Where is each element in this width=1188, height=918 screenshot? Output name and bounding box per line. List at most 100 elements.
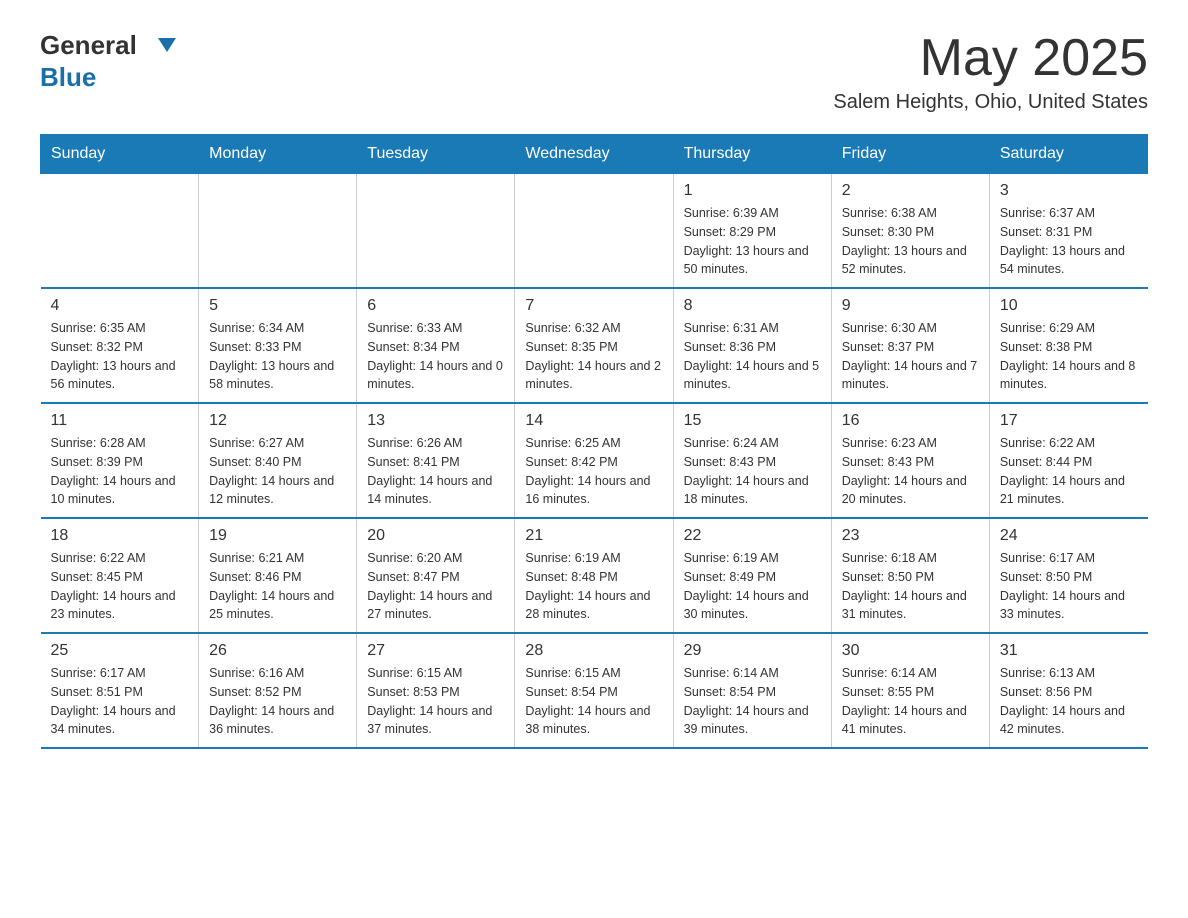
day-info: Sunrise: 6:18 AMSunset: 8:50 PMDaylight:… <box>842 549 979 624</box>
day-info: Sunrise: 6:14 AMSunset: 8:54 PMDaylight:… <box>684 664 821 739</box>
week-row-5: 25 Sunrise: 6:17 AMSunset: 8:51 PMDayligh… <box>41 633 1148 748</box>
day-number: 22 <box>684 527 821 545</box>
day-info: Sunrise: 6:32 AMSunset: 8:35 PMDaylight:… <box>525 319 662 394</box>
day-number: 12 <box>209 412 346 430</box>
day-number: 10 <box>1000 297 1138 315</box>
day-info: Sunrise: 6:17 AMSunset: 8:51 PMDaylight:… <box>51 664 189 739</box>
day-info: Sunrise: 6:30 AMSunset: 8:37 PMDaylight:… <box>842 319 979 394</box>
calendar-cell: 24 Sunrise: 6:17 AMSunset: 8:50 PMDayligh… <box>989 518 1147 633</box>
calendar-cell <box>199 174 357 289</box>
calendar-cell: 14 Sunrise: 6:25 AMSunset: 8:42 PMDayligh… <box>515 403 673 518</box>
day-info: Sunrise: 6:38 AMSunset: 8:30 PMDaylight:… <box>842 204 979 279</box>
calendar-cell: 10 Sunrise: 6:29 AMSunset: 8:38 PMDayligh… <box>989 288 1147 403</box>
day-info: Sunrise: 6:15 AMSunset: 8:54 PMDaylight:… <box>525 664 662 739</box>
day-info: Sunrise: 6:19 AMSunset: 8:49 PMDaylight:… <box>684 549 821 624</box>
weekday-header-tuesday: Tuesday <box>357 135 515 174</box>
calendar-cell: 2Sunrise: 6:38 AMSunset: 8:30 PMDaylight… <box>831 174 989 289</box>
week-row-4: 18 Sunrise: 6:22 AMSunset: 8:45 PMDayligh… <box>41 518 1148 633</box>
day-info: Sunrise: 6:34 AMSunset: 8:33 PMDaylight:… <box>209 319 346 394</box>
day-info: Sunrise: 6:13 AMSunset: 8:56 PMDaylight:… <box>1000 664 1138 739</box>
calendar-cell <box>357 174 515 289</box>
week-row-1: 1 Sunrise: 6:39 AMSunset: 8:29 PMDaylight… <box>41 174 1148 289</box>
day-info: Sunrise: 6:21 AMSunset: 8:46 PMDaylight:… <box>209 549 346 624</box>
calendar-cell: 23Sunrise: 6:18 AMSunset: 8:50 PMDayligh… <box>831 518 989 633</box>
calendar-cell: 13 Sunrise: 6:26 AMSunset: 8:41 PMDayligh… <box>357 403 515 518</box>
day-info: Sunrise: 6:22 AMSunset: 8:45 PMDaylight:… <box>51 549 189 624</box>
calendar-header: SundayMondayTuesdayWednesdayThursdayFrid… <box>41 135 1148 174</box>
location-title: Salem Heights, Ohio, United States <box>833 91 1148 114</box>
calendar-cell: 27 Sunrise: 6:15 AMSunset: 8:53 PMDayligh… <box>357 633 515 748</box>
calendar-cell: 21 Sunrise: 6:19 AMSunset: 8:48 PMDayligh… <box>515 518 673 633</box>
day-number: 15 <box>684 412 821 430</box>
calendar-cell: 5 Sunrise: 6:34 AMSunset: 8:33 PMDaylight… <box>199 288 357 403</box>
calendar-cell: 9 Sunrise: 6:30 AMSunset: 8:37 PMDaylight… <box>831 288 989 403</box>
day-info: Sunrise: 6:25 AMSunset: 8:42 PMDaylight:… <box>525 434 662 509</box>
calendar-cell: 12 Sunrise: 6:27 AMSunset: 8:40 PMDayligh… <box>199 403 357 518</box>
day-number: 5 <box>209 297 346 315</box>
calendar-cell: 20 Sunrise: 6:20 AMSunset: 8:47 PMDayligh… <box>357 518 515 633</box>
calendar-cell: 26 Sunrise: 6:16 AMSunset: 8:52 PMDayligh… <box>199 633 357 748</box>
day-number: 9 <box>842 297 979 315</box>
day-info: Sunrise: 6:26 AMSunset: 8:41 PMDaylight:… <box>367 434 504 509</box>
day-info: Sunrise: 6:23 AMSunset: 8:43 PMDaylight:… <box>842 434 979 509</box>
calendar-cell: 22 Sunrise: 6:19 AMSunset: 8:49 PMDayligh… <box>673 518 831 633</box>
day-number: 6 <box>367 297 504 315</box>
day-number: 20 <box>367 527 504 545</box>
month-title: May 2025 <box>833 30 1148 87</box>
calendar-cell: 30Sunrise: 6:14 AMSunset: 8:55 PMDayligh… <box>831 633 989 748</box>
logo-blue: Blue <box>40 62 96 92</box>
day-info: Sunrise: 6:31 AMSunset: 8:36 PMDaylight:… <box>684 319 821 394</box>
calendar-cell: 8 Sunrise: 6:31 AMSunset: 8:36 PMDaylight… <box>673 288 831 403</box>
day-info: Sunrise: 6:27 AMSunset: 8:40 PMDaylight:… <box>209 434 346 509</box>
weekday-header-thursday: Thursday <box>673 135 831 174</box>
day-number: 31 <box>1000 642 1138 660</box>
day-info: Sunrise: 6:33 AMSunset: 8:34 PMDaylight:… <box>367 319 504 394</box>
day-info: Sunrise: 6:35 AMSunset: 8:32 PMDaylight:… <box>51 319 189 394</box>
weekday-header-saturday: Saturday <box>989 135 1147 174</box>
calendar-cell: 15 Sunrise: 6:24 AMSunset: 8:43 PMDayligh… <box>673 403 831 518</box>
day-number: 14 <box>525 412 662 430</box>
day-number: 17 <box>1000 412 1138 430</box>
calendar-cell <box>515 174 673 289</box>
day-number: 26 <box>209 642 346 660</box>
day-number: 18 <box>51 527 189 545</box>
page-header: General Blue May 2025 Salem Heights, Ohi… <box>40 30 1148 114</box>
day-number: 8 <box>684 297 821 315</box>
weekday-header-wednesday: Wednesday <box>515 135 673 174</box>
day-info: Sunrise: 6:15 AMSunset: 8:53 PMDaylight:… <box>367 664 504 739</box>
day-info: Sunrise: 6:22 AMSunset: 8:44 PMDaylight:… <box>1000 434 1138 509</box>
day-number: 25 <box>51 642 189 660</box>
day-number: 29 <box>684 642 821 660</box>
calendar-cell: 1 Sunrise: 6:39 AMSunset: 8:29 PMDaylight… <box>673 174 831 289</box>
logo-text: General Blue <box>40 30 176 93</box>
calendar-cell: 11Sunrise: 6:28 AMSunset: 8:39 PMDayligh… <box>41 403 199 518</box>
calendar-cell: 4 Sunrise: 6:35 AMSunset: 8:32 PMDaylight… <box>41 288 199 403</box>
day-info: Sunrise: 6:28 AMSunset: 8:39 PMDaylight:… <box>51 434 189 509</box>
day-info: Sunrise: 6:24 AMSunset: 8:43 PMDaylight:… <box>684 434 821 509</box>
day-number: 27 <box>367 642 504 660</box>
logo-arrow-icon <box>158 38 176 52</box>
day-number: 21 <box>525 527 662 545</box>
day-info: Sunrise: 6:17 AMSunset: 8:50 PMDaylight:… <box>1000 549 1138 624</box>
header-right: May 2025 Salem Heights, Ohio, United Sta… <box>833 30 1148 114</box>
calendar-cell <box>41 174 199 289</box>
calendar-body: 1 Sunrise: 6:39 AMSunset: 8:29 PMDaylight… <box>41 174 1148 749</box>
day-info: Sunrise: 6:39 AMSunset: 8:29 PMDaylight:… <box>684 204 821 279</box>
day-number: 13 <box>367 412 504 430</box>
calendar-cell: 25 Sunrise: 6:17 AMSunset: 8:51 PMDayligh… <box>41 633 199 748</box>
day-number: 4 <box>51 297 189 315</box>
day-number: 19 <box>209 527 346 545</box>
calendar-cell: 17 Sunrise: 6:22 AMSunset: 8:44 PMDayligh… <box>989 403 1147 518</box>
weekday-header-sunday: Sunday <box>41 135 199 174</box>
day-info: Sunrise: 6:29 AMSunset: 8:38 PMDaylight:… <box>1000 319 1138 394</box>
day-number: 24 <box>1000 527 1138 545</box>
calendar-cell: 6 Sunrise: 6:33 AMSunset: 8:34 PMDaylight… <box>357 288 515 403</box>
weekday-header-friday: Friday <box>831 135 989 174</box>
day-info: Sunrise: 6:20 AMSunset: 8:47 PMDaylight:… <box>367 549 504 624</box>
day-info: Sunrise: 6:16 AMSunset: 8:52 PMDaylight:… <box>209 664 346 739</box>
calendar-cell: 19 Sunrise: 6:21 AMSunset: 8:46 PMDayligh… <box>199 518 357 633</box>
day-number: 16 <box>842 412 979 430</box>
day-info: Sunrise: 6:19 AMSunset: 8:48 PMDaylight:… <box>525 549 662 624</box>
day-number: 1 <box>684 182 821 200</box>
day-number: 28 <box>525 642 662 660</box>
